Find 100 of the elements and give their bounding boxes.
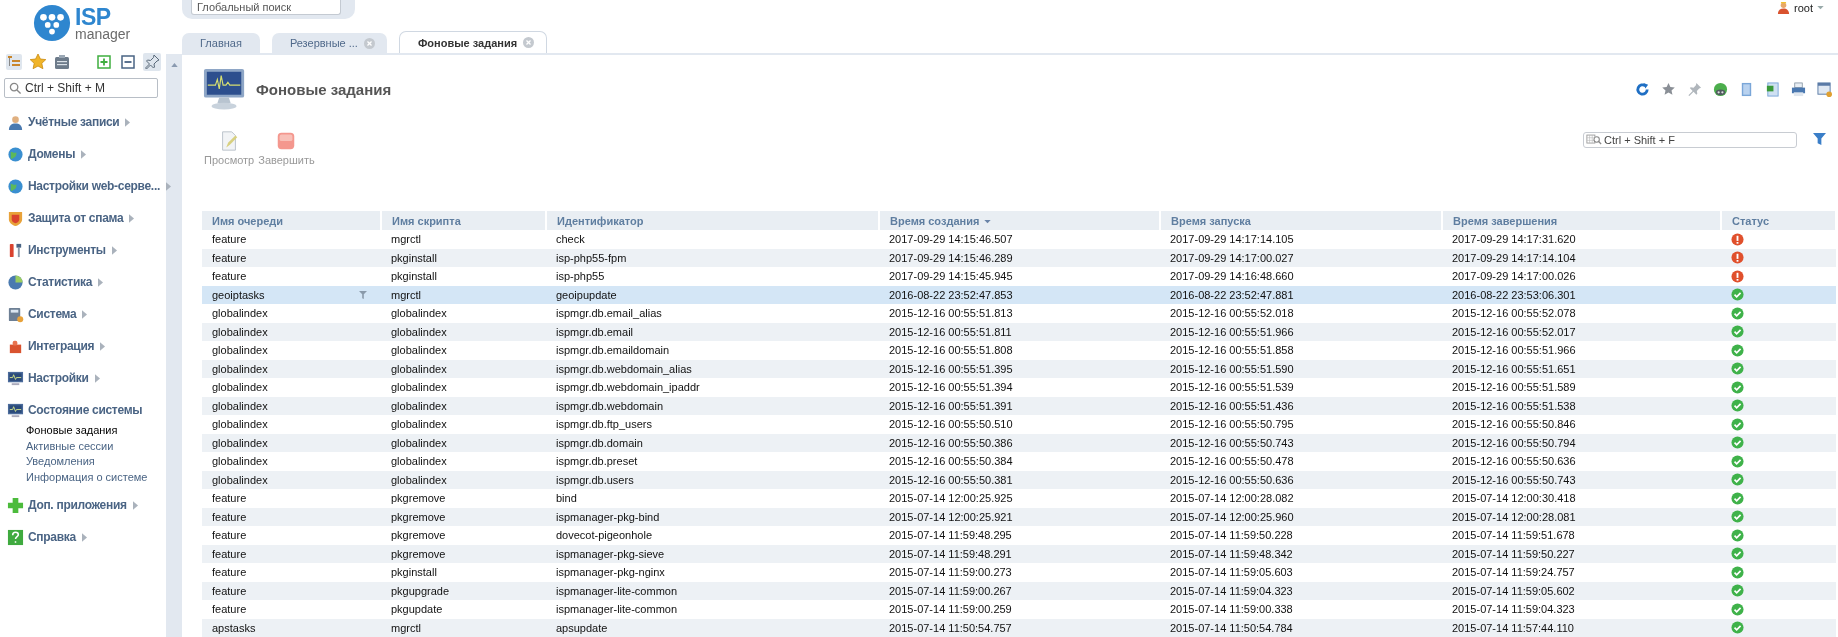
- table-cell: 2015-12-16 00:55:52.078: [1442, 304, 1721, 323]
- column-header[interactable]: Статус: [1721, 211, 1836, 230]
- submenu-item[interactable]: Фоновые задания: [26, 423, 166, 439]
- table-cell: ispmanager-pkg-nginx: [546, 563, 879, 582]
- user-menu[interactable]: root: [1777, 0, 1824, 14]
- table-cell: 2015-07-14 11:59:04.323: [1160, 581, 1442, 600]
- star-icon[interactable]: [28, 52, 48, 72]
- table-cell: 2015-12-16 00:55:50.636: [1442, 452, 1721, 471]
- tab[interactable]: Фоновые задания: [398, 31, 548, 53]
- expand-all-icon[interactable]: [94, 52, 114, 72]
- table-settings-icon[interactable]: [1817, 81, 1832, 97]
- table-cell: pkginstall: [381, 248, 546, 267]
- table-cell: check: [546, 230, 879, 249]
- menu-item[interactable]: Система: [7, 304, 88, 324]
- table-cell: 2015-12-16 00:55:51.391: [879, 396, 1160, 415]
- table-cell: mgrctl: [381, 230, 546, 249]
- table-cell: 2015-12-16 00:55:51.651: [1442, 359, 1721, 378]
- close-icon[interactable]: [363, 37, 375, 49]
- table-cell: ispmanager-lite-common: [546, 600, 879, 619]
- table-cell: 2015-12-16 00:55:51.539: [1160, 378, 1442, 397]
- submenu-item[interactable]: Активные сессии: [26, 438, 166, 454]
- refresh-icon[interactable]: [1635, 81, 1650, 97]
- tree-view-icon[interactable]: [4, 52, 24, 72]
- table-cell: ispmgr.db.webdomain_ipaddr: [546, 378, 879, 397]
- submenu-item[interactable]: Уведомления: [26, 454, 166, 470]
- column-header[interactable]: Время запуска: [1160, 211, 1442, 230]
- table-cell: ispmanager-pkg-bind: [546, 507, 879, 526]
- column-header[interactable]: Имя скрипта: [381, 211, 546, 230]
- table-cell: 2017-09-29 14:17:14.104: [1442, 248, 1721, 267]
- table-cell: 2015-07-14 11:59:00.338: [1160, 600, 1442, 619]
- table-cell: 2015-07-14 11:59:00.273: [879, 563, 1160, 582]
- table-cell: 2015-12-16 00:55:50.636: [1160, 470, 1442, 489]
- scroll-up-icon[interactable]: [170, 63, 178, 67]
- menu-item[interactable]: Учётные записи: [7, 112, 131, 132]
- menu-item[interactable]: Справка: [7, 527, 87, 547]
- tab[interactable]: Резервные ...: [271, 33, 387, 53]
- table-cell: globalindex: [202, 341, 381, 360]
- monitor-icon: [7, 401, 24, 419]
- table-cell: 2017-09-29 14:17:31.620: [1442, 230, 1721, 249]
- filter-icon[interactable]: [1813, 133, 1826, 146]
- caret-icon: [1817, 5, 1824, 10]
- close-icon[interactable]: [523, 37, 535, 48]
- menu-item[interactable]: Домены: [7, 144, 87, 164]
- menu-item[interactable]: Инструменты: [7, 240, 117, 260]
- table-cell: globalindex: [381, 322, 546, 341]
- spreadsheet-icon[interactable]: [1765, 81, 1780, 97]
- table-cell: 2015-12-16 00:55:51.808: [879, 341, 1160, 360]
- table-cell: 2015-12-16 00:55:51.394: [879, 378, 1160, 397]
- table-cell: 2015-12-16 00:55:52.018: [1160, 304, 1442, 323]
- table-cell: 2016-08-22 23:52:47.853: [879, 285, 1160, 304]
- menu-search-field[interactable]: Ctrl + Shift + M: [4, 78, 158, 98]
- document-icon[interactable]: [1739, 81, 1754, 97]
- table-cell: 2017-09-29 14:15:46.289: [879, 248, 1160, 267]
- table-cell: globalindex: [381, 452, 546, 471]
- table-cell: 2015-07-14 12:00:25.925: [879, 489, 1160, 508]
- table-cell: geoiptasks: [202, 285, 381, 304]
- collapse-all-icon[interactable]: [118, 52, 138, 72]
- table-cell: globalindex: [202, 396, 381, 415]
- table-cell: apstasks: [202, 618, 381, 637]
- table-cell: ispmgr.db.preset: [546, 452, 879, 471]
- star-icon[interactable]: [1661, 81, 1676, 97]
- menu-item[interactable]: Статистика: [7, 272, 104, 292]
- table-cell: ispmanager-pkg-sieve: [546, 544, 879, 563]
- table-cell: 2015-12-16 00:55:50.381: [879, 470, 1160, 489]
- table-cell: feature: [202, 489, 381, 508]
- table-cell: 2017-09-29 14:17:14.105: [1160, 230, 1442, 249]
- column-header[interactable]: Имя очереди: [202, 211, 381, 230]
- column-header[interactable]: Время создания: [879, 211, 1160, 230]
- column-header[interactable]: Время завершения: [1442, 211, 1721, 230]
- table-cell: 2016-08-22 23:52:47.881: [1160, 285, 1442, 304]
- menu-item[interactable]: Интеграция: [7, 336, 106, 356]
- menu-item[interactable]: Настройки: [7, 368, 100, 388]
- filter-icon[interactable]: [359, 290, 367, 299]
- pin-icon[interactable]: [142, 52, 162, 72]
- printer-icon[interactable]: [1791, 81, 1806, 97]
- table-cell: 2015-07-14 11:57:44.110: [1442, 618, 1721, 637]
- menu-item[interactable]: Состояние системы: [7, 400, 143, 420]
- table-cell: ispmanager-lite-common: [546, 581, 879, 600]
- submenu-item[interactable]: Информация о системе: [26, 469, 166, 485]
- table-cell: globalindex: [381, 304, 546, 323]
- global-search-field[interactable]: Глобальный поиск: [191, 0, 341, 15]
- table-search-field[interactable]: Ctrl + Shift + F: [1583, 132, 1797, 148]
- table-cell: 2015-07-14 12:00:30.418: [1442, 489, 1721, 508]
- monitor-icon: [7, 369, 24, 387]
- menu-item[interactable]: Доп. приложения: [7, 495, 138, 515]
- chevron-icon: [94, 373, 100, 383]
- logo-icon: [33, 4, 71, 42]
- column-header[interactable]: Идентификатор: [546, 211, 879, 230]
- table-cell: ispmgr.db.webdomain: [546, 396, 879, 415]
- help-icon: [7, 528, 24, 546]
- tab[interactable]: Главная: [182, 33, 260, 53]
- logo-brand: ISP: [75, 5, 112, 29]
- menu-item[interactable]: Защита от спама: [7, 208, 135, 228]
- chevron-icon: [165, 181, 171, 191]
- table-cell: pkgremove: [381, 526, 546, 545]
- chevron-icon: [82, 309, 88, 319]
- table-cell: ispmgr.db.emaildomain: [546, 341, 879, 360]
- table-cell: bind: [546, 489, 879, 508]
- clipboard-icon[interactable]: [52, 52, 72, 72]
- table-cell: isp-php55-fpm: [546, 248, 879, 267]
